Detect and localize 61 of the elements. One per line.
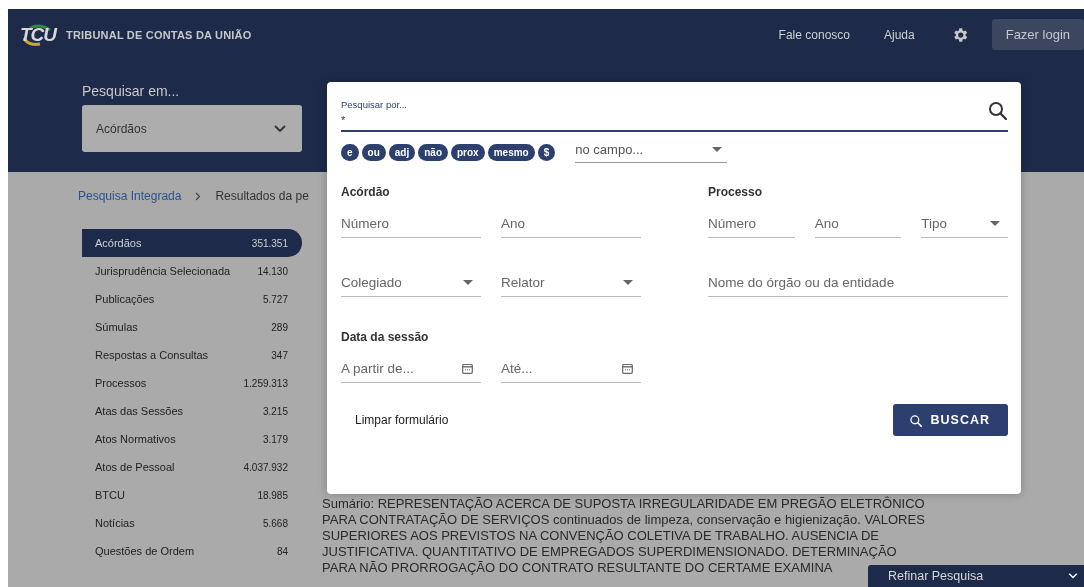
- field-label: Pesquisar em...: [82, 83, 181, 99]
- sidebar-item[interactable]: Questões de Ordem 84: [82, 537, 302, 565]
- summary-text: PARA NÃO PRORROGAÇÃO DO CONTRATO RESULTANTE DO CERTAME EXAMINA: [322, 560, 833, 576]
- login-button[interactable]: Fazer login: [991, 18, 1084, 50]
- section-title: Data da sessão: [341, 330, 430, 344]
- caret-down-icon: [463, 279, 473, 285]
- summary-text: JUSTIFICATIVA. QUANTITATIVO DE EMPREGADOS SUPERDIMENSIONADO. DETERMINAÇÃO: [322, 544, 897, 560]
- input-field[interactable]: Ano: [501, 214, 641, 238]
- search-button[interactable]: BUSCAR: [892, 404, 1008, 436]
- sidebar-item[interactable]: BTCU 18.985: [82, 481, 302, 509]
- date-field[interactable]: Até...: [501, 359, 641, 383]
- dropdown-field[interactable]: Relator: [501, 273, 641, 297]
- operator-chip[interactable]: e: [341, 144, 359, 161]
- logo[interactable]: TCU: [20, 23, 58, 47]
- sidebar-item[interactable]: Acórdãos 351.351: [82, 229, 302, 257]
- input-field[interactable]: Ano: [814, 214, 902, 238]
- search-icon: [987, 100, 1007, 120]
- sidebar-item[interactable]: Jurisprudência Selecionada 14.130: [82, 257, 302, 285]
- sidebar-item[interactable]: Atas das Sessões 3.215: [82, 397, 302, 425]
- scope-dropdown[interactable]: Acórdãos: [82, 105, 302, 152]
- operator-chip[interactable]: não: [418, 144, 448, 161]
- operator-chip[interactable]: adj: [388, 144, 416, 161]
- dropdown-field[interactable]: Colegiado: [341, 273, 481, 297]
- operator-chip[interactable]: prox: [451, 144, 485, 161]
- summary-text: SUPERIORES AOS PREVISTOS NA CONVENÇÃO COLETIVA DE TRABALHO. AUSENCIA DE: [322, 528, 879, 544]
- chevron-down-icon: [1068, 572, 1078, 579]
- sidebar-item[interactable]: Súmulas 289: [82, 313, 302, 341]
- calendar-icon: [462, 362, 473, 374]
- operator-chip[interactable]: $: [537, 144, 556, 161]
- input-field[interactable]: Nome do órgão ou da entidade: [708, 273, 1008, 297]
- calendar-icon: [622, 362, 633, 374]
- section-title: Acórdão: [341, 185, 391, 199]
- clear-form-button[interactable]: Limpar formulário: [341, 405, 463, 435]
- dropdown-field[interactable]: Tipo: [921, 214, 1008, 238]
- chevron-down-icon: [274, 124, 286, 133]
- search-icon: [908, 413, 922, 427]
- breadcrumb-current: Resultados da pe: [215, 189, 309, 203]
- operator-chip[interactable]: mesmo: [487, 144, 535, 161]
- caret-down-icon: [623, 279, 633, 285]
- operator-chip[interactable]: ou: [361, 144, 386, 161]
- caret-down-icon: [712, 147, 723, 152]
- nav-link[interactable]: Ajuda: [884, 28, 915, 42]
- caret-down-icon: [990, 220, 1000, 226]
- nav-link[interactable]: Fale conosco: [778, 28, 850, 42]
- date-field[interactable]: A partir de...: [341, 359, 481, 383]
- sidebar-item[interactable]: Respostas a Consultas 347: [82, 341, 302, 369]
- summary-text: PARA CONTRATAÇÃO DE SERVIÇOS continuados de limpeza, conservação e higienização. VALORES: [322, 512, 925, 528]
- search-field[interactable]: Pesquisar por... *: [341, 99, 1008, 132]
- site-title: TRIBUNAL DE CONTAS DA UNIÃO: [66, 29, 252, 41]
- chevron-right-icon: [195, 191, 202, 201]
- sidebar-item[interactable]: Processos 1.259.313: [82, 369, 302, 397]
- refine-panel[interactable]: Refinar Pesquisa: [868, 565, 1084, 587]
- section-title: Processo: [708, 185, 764, 199]
- input-field[interactable]: Número: [708, 214, 795, 238]
- sidebar-item[interactable]: Notícias 5.668: [82, 509, 302, 537]
- summary-text: Sumário: REPRESENTAÇÃO ACERCA DE SUPOSTA IRREGULARIDADE EM PREGÃO ELETRÔNICO: [322, 496, 925, 512]
- sidebar-item[interactable]: Atos de Pessoal 4.037.932: [82, 453, 302, 481]
- field-dropdown[interactable]: no campo...: [575, 142, 728, 163]
- sidebar-item[interactable]: Atos Normativos 3.179: [82, 425, 302, 453]
- sidebar-item[interactable]: Publicações 5.727: [82, 285, 302, 313]
- input-field[interactable]: Número: [341, 214, 481, 238]
